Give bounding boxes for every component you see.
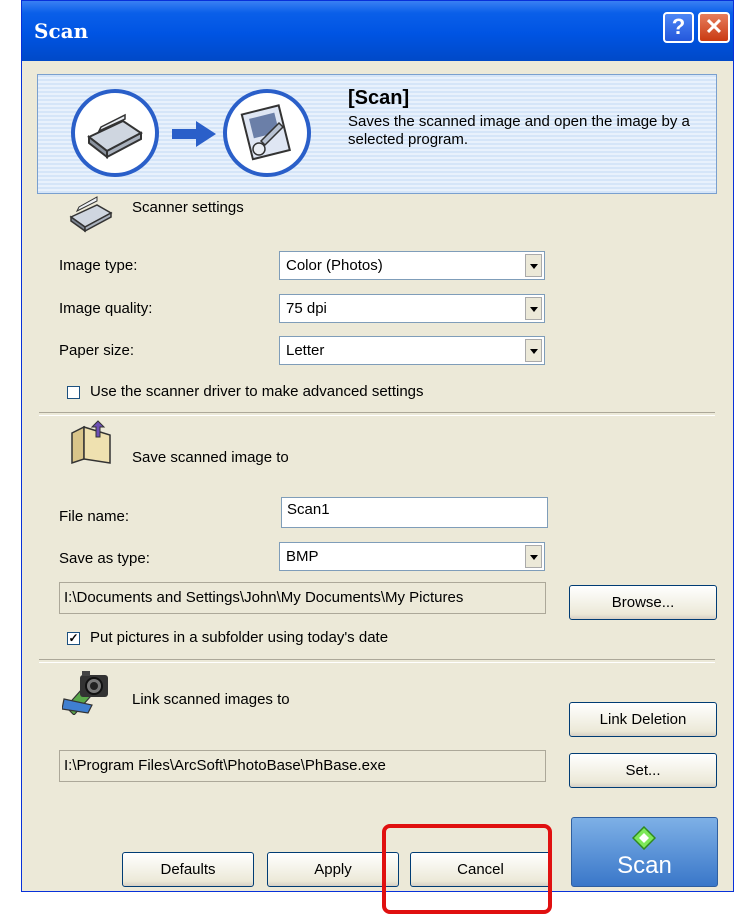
separator [39,659,715,663]
folder-icon [71,420,111,465]
title-bar[interactable]: Scan ? ✕ [22,1,733,61]
set-button[interactable]: Set... [569,753,717,788]
close-icon: ✕ [704,14,724,39]
browse-button[interactable]: Browse... [569,585,717,620]
advanced-settings-checkbox[interactable] [67,386,80,399]
link-deletion-button[interactable]: Link Deletion [569,702,717,737]
camera-link-icon [62,671,108,715]
scan-banner: [Scan] Saves the scanned image and open … [37,74,717,194]
banner-description: Saves the scanned image and open the ima… [348,113,690,148]
image-type-label: Image type: [59,257,138,274]
banner-title: [Scan] [348,87,410,109]
scan-dialog: Scan ? ✕ [Scan] Saves the scanned image … [21,0,734,892]
apply-button[interactable]: Apply [267,852,399,887]
file-name-label: File name: [59,508,130,525]
image-program-icon [223,89,311,177]
save-section-title: Save scanned image to [132,449,289,466]
save-type-select[interactable]: BMP [279,542,545,571]
paper-size-value: Letter [286,342,325,359]
paper-size-label: Paper size: [59,342,135,359]
scanner-icon [69,196,113,233]
cancel-highlight-box [382,824,552,914]
save-type-value: BMP [286,548,319,565]
image-quality-value: 75 dpi [286,300,327,317]
paper-size-select[interactable]: Letter [279,336,545,365]
link-section-title: Link scanned images to [132,691,290,708]
scanner-banner-icon [71,89,159,177]
image-quality-select[interactable]: 75 dpi [279,294,545,323]
subfolder-checkbox[interactable]: ✓ [67,632,80,645]
subfolder-label: Put pictures in a subfolder using today'… [90,629,389,646]
chevron-down-icon[interactable] [525,254,542,277]
image-type-value: Color (Photos) [286,257,383,274]
chevron-down-icon[interactable] [525,339,542,362]
scan-label: Scan [617,852,672,879]
defaults-button[interactable]: Defaults [122,852,254,887]
scan-diamond-icon [632,826,656,850]
help-button[interactable]: ? [663,12,694,43]
arrow-right-icon [172,121,216,147]
scanner-settings-title: Scanner settings [132,199,244,216]
save-type-label: Save as type: [59,550,150,567]
scan-button[interactable]: Scan [571,817,718,887]
chevron-down-icon[interactable] [525,297,542,320]
separator [39,412,715,416]
help-icon: ? [671,14,686,39]
close-button[interactable]: ✕ [698,12,730,43]
save-path-field[interactable]: I:\Documents and Settings\John\My Docume… [59,582,546,614]
window-title: Scan [34,19,89,43]
advanced-settings-label: Use the scanner driver to make advanced … [90,383,424,400]
image-quality-label: Image quality: [59,300,153,317]
file-name-input[interactable]: Scan1 [281,497,548,528]
chevron-down-icon[interactable] [525,545,542,568]
program-path-field[interactable]: I:\Program Files\ArcSoft\PhotoBase\PhBas… [59,750,546,782]
image-type-select[interactable]: Color (Photos) [279,251,545,280]
